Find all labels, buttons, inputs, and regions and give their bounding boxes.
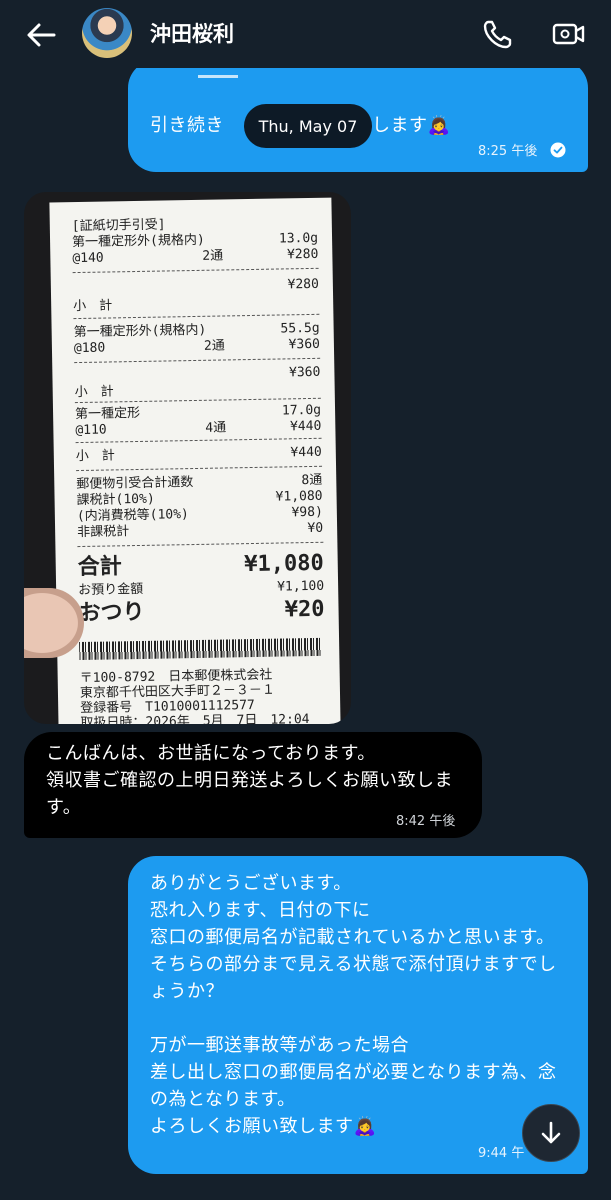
receipt-row: 小 計 — [74, 384, 114, 401]
receipt-row: @140 2通 ¥280 — [72, 246, 319, 267]
receipt-row: ¥280 — [287, 276, 319, 293]
receipt-barcode — [79, 637, 322, 661]
message-text: ありがとうございます。 恐れ入ります、日付の下に 窓口の郵便局名が記載されている… — [150, 873, 557, 1137]
receipt-photo[interactable]: [証紙切手引受] 第一種定形外(規格内) 13.0g @140 2通 ¥280 ¥28… — [24, 192, 351, 724]
message-time: 8:25 午後 — [478, 144, 538, 159]
receipt-row: (内消費税等(10%) ¥98) — [76, 504, 323, 525]
receipt-row: ¥360 — [288, 364, 321, 381]
divider — [77, 541, 324, 548]
message-bubble-incoming[interactable]: こんばんは、お世話になっております。 領収書ご確認の上明日発送よろしくお願い致し… — [24, 732, 482, 838]
receipt-deposit: お預り金額 ¥1,100 — [78, 578, 325, 599]
receipt-row: @180 2通 ¥360 — [73, 336, 321, 357]
receipt-row: 第一種定形外(規格内) 55.5g — [73, 320, 320, 341]
receipt-row: 課税計(10%) ¥1,080 — [76, 488, 323, 509]
message-time: 9:44 午 — [478, 1146, 525, 1161]
scroll-to-bottom-button[interactable] — [522, 1104, 580, 1162]
receipt-change: おつり ¥20 — [78, 596, 325, 627]
arrow-down-icon — [541, 1121, 561, 1144]
receipt-footer-line: 取扱日時：2026年 5月 7日 12:04 — [80, 712, 310, 724]
call-button[interactable] — [478, 14, 518, 54]
date-separator-chip: Thu, May 07 — [244, 104, 372, 148]
receipt-row: 第一種定形外(規格内) 13.0g — [71, 230, 319, 251]
avatar[interactable] — [82, 8, 132, 58]
receipt-row: @110 4通 ¥440 — [75, 418, 322, 439]
video-call-icon — [552, 23, 585, 45]
message-time: 8:42 午後 — [396, 814, 456, 829]
read-check-icon — [550, 142, 566, 158]
receipt-row: 非課税計 ¥0 — [77, 520, 324, 541]
back-arrow-icon — [27, 23, 56, 47]
cut-off-text — [198, 70, 238, 78]
video-call-button[interactable] — [548, 14, 588, 54]
divider — [74, 357, 321, 364]
receipt-paper: [証紙切手引受] 第一種定形外(規格内) 13.0g @140 2通 ¥280 ¥28… — [49, 197, 341, 724]
message-text: こんばんは、お世話になっております。 領収書ご確認の上明日発送よろしくお願い致し… — [46, 743, 453, 818]
contact-name[interactable]: 沖田桜利 — [150, 18, 234, 48]
divider — [72, 267, 319, 274]
receipt-row: 小 計 — [73, 298, 113, 315]
divider — [75, 437, 322, 444]
receipt-total: 合計 ¥1,080 — [77, 550, 324, 581]
receipt-row: 小 計 ¥440 — [75, 444, 322, 465]
divider — [76, 465, 323, 472]
chat-header: 沖田桜利 — [0, 0, 611, 68]
divider — [73, 313, 320, 320]
phone-icon — [483, 20, 512, 49]
message-bubble-outgoing[interactable]: ありがとうございます。 恐れ入ります、日付の下に 窓口の郵便局名が記載されている… — [128, 856, 588, 1174]
back-button[interactable] — [24, 18, 58, 52]
receipt-row: 第一種定形 17.0g — [74, 402, 322, 423]
